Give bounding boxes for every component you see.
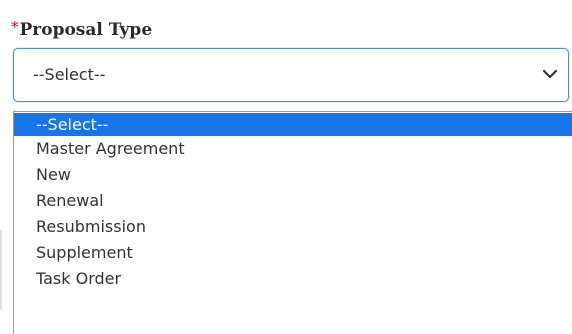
chevron-down-icon — [542, 69, 558, 79]
dropdown-option-supplement[interactable]: Supplement — [14, 240, 572, 266]
dropdown-options-list: --Select-- Master Agreement New Renewal … — [13, 111, 572, 334]
select-current-value: --Select-- — [33, 65, 106, 84]
dropdown-option-master-agreement[interactable]: Master Agreement — [14, 136, 572, 162]
dropdown-option-new[interactable]: New — [14, 162, 572, 188]
dropdown-option-renewal[interactable]: Renewal — [14, 188, 572, 214]
dropdown-option-task-order[interactable]: Task Order — [14, 266, 572, 292]
field-label-text: Proposal Type — [19, 20, 153, 40]
field-label: *Proposal Type — [11, 18, 153, 41]
proposal-type-select[interactable]: --Select-- — [13, 48, 569, 102]
dropdown-option-select[interactable]: --Select-- — [14, 113, 572, 136]
required-indicator: * — [11, 18, 19, 36]
background-edge — [0, 230, 8, 310]
dropdown-option-resubmission[interactable]: Resubmission — [14, 214, 572, 240]
